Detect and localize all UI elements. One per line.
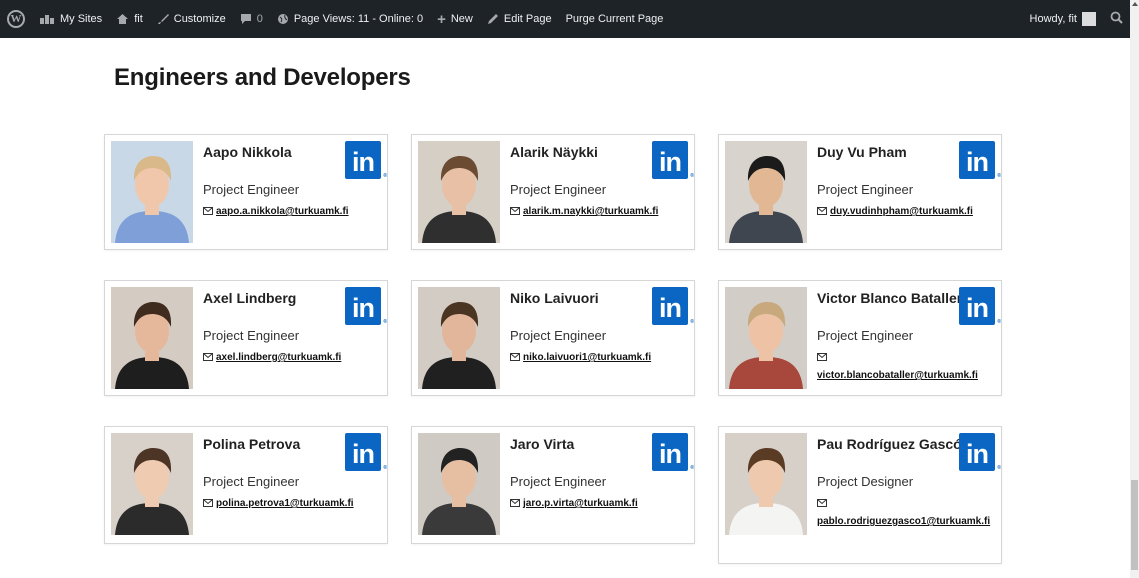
- linkedin-icon[interactable]: in: [345, 287, 387, 325]
- site-menu[interactable]: fit: [109, 0, 150, 38]
- linkedin-icon-text: in: [659, 147, 682, 177]
- new-label: New: [450, 13, 473, 25]
- linkedin-icon[interactable]: in: [345, 433, 387, 471]
- person-email-link[interactable]: pablo.rodriguezgasco1@turkuamk.fi: [817, 516, 995, 527]
- linkedin-icon-text: in: [659, 293, 682, 323]
- linkedin-icon-text: in: [659, 439, 682, 469]
- person-role: Project Engineer: [510, 328, 607, 343]
- person-email-link[interactable]: polina.petrova1@turkuamk.fi: [216, 498, 354, 509]
- person-email-link[interactable]: jaro.p.virta@turkuamk.fi: [523, 498, 638, 509]
- edit-page-label: Edit Page: [503, 13, 552, 25]
- linkedin-icon-text: in: [966, 147, 989, 177]
- person-photo: [111, 433, 193, 535]
- person-role: Project Engineer: [203, 474, 300, 489]
- search-icon: [1110, 11, 1123, 27]
- person-card: Niko Laivuori Project Engineer niko.laiv…: [411, 280, 695, 396]
- linkedin-icon[interactable]: in: [652, 287, 694, 325]
- plus-icon: +: [437, 10, 446, 28]
- person-photo: [725, 287, 807, 389]
- person-card: Jaro Virta Project Engineer jaro.p.virta…: [411, 426, 695, 544]
- linkedin-icon-text: in: [352, 439, 375, 469]
- brush-icon: [157, 13, 169, 25]
- admin-bar: W My Sites fit Customize 0 Page Views: 1…: [0, 0, 1130, 38]
- page-views-stat[interactable]: Page Views: 11 - Online: 0: [270, 0, 430, 38]
- comments-link[interactable]: 0: [233, 0, 270, 38]
- page-title: Engineers and Developers: [114, 64, 411, 91]
- person-photo: [725, 433, 807, 535]
- user-avatar: [1082, 12, 1096, 26]
- person-card: Axel Lindberg Project Engineer axel.lind…: [104, 280, 388, 396]
- customize-label: Customize: [173, 13, 226, 25]
- envelope-icon: [510, 207, 520, 218]
- person-card: Pau Rodríguez Gascó Project Designer pab…: [718, 426, 1002, 564]
- person-email-link[interactable]: duy.vudinhpham@turkuamk.fi: [830, 206, 973, 217]
- comments-count: 0: [256, 13, 263, 25]
- person-card: Alarik Näykki Project Engineer alarik.m.…: [411, 134, 695, 250]
- person-role: Project Engineer: [510, 474, 607, 489]
- search-button[interactable]: [1103, 0, 1130, 38]
- sites-icon: [39, 13, 55, 25]
- person-email-link[interactable]: axel.lindberg@turkuamk.fi: [216, 352, 341, 363]
- linkedin-icon-text: in: [352, 147, 375, 177]
- envelope-icon: [203, 353, 213, 364]
- envelope-icon: [817, 499, 827, 510]
- linkedin-icon-text: in: [352, 293, 375, 323]
- page-views-label: Page Views: 11 - Online: 0: [293, 13, 424, 25]
- purge-label: Purge Current Page: [565, 13, 664, 25]
- envelope-icon: [817, 207, 827, 218]
- person-photo: [111, 141, 193, 243]
- linkedin-icon-text: in: [966, 439, 989, 469]
- customize-link[interactable]: Customize: [150, 0, 233, 38]
- howdy-label: Howdy, fit: [1029, 13, 1077, 25]
- person-role: Project Engineer: [817, 182, 914, 197]
- envelope-icon: [817, 353, 827, 364]
- linkedin-icon[interactable]: in: [959, 287, 1001, 325]
- linkedin-icon[interactable]: in: [345, 141, 387, 179]
- wordpress-icon: W: [7, 10, 25, 28]
- linkedin-icon[interactable]: in: [959, 433, 1001, 471]
- wordpress-logo-button[interactable]: W: [0, 0, 32, 38]
- page-scrollbar[interactable]: [1130, 0, 1139, 578]
- person-photo: [111, 287, 193, 389]
- person-email-link[interactable]: aapo.a.nikkola@turkuamk.fi: [216, 206, 349, 217]
- person-card: Duy Vu Pham Project Engineer duy.vudinhp…: [718, 134, 1002, 250]
- person-role: Project Engineer: [817, 328, 914, 343]
- comment-icon: [240, 13, 252, 25]
- globe-icon: [277, 13, 289, 25]
- envelope-icon: [510, 353, 520, 364]
- scrollbar-thumb[interactable]: [1131, 480, 1138, 570]
- new-content-menu[interactable]: + New: [430, 0, 480, 38]
- person-email-link[interactable]: victor.blancobataller@turkuamk.fi: [817, 370, 995, 381]
- envelope-icon: [203, 207, 213, 218]
- my-sites-label: My Sites: [60, 13, 103, 25]
- person-role: Project Engineer: [203, 182, 300, 197]
- edit-page-link[interactable]: Edit Page: [480, 0, 559, 38]
- envelope-icon: [510, 499, 520, 510]
- person-photo: [725, 141, 807, 243]
- person-photo: [418, 141, 500, 243]
- site-label: fit: [134, 13, 143, 25]
- person-role: Project Engineer: [510, 182, 607, 197]
- person-role: Project Designer: [817, 474, 914, 489]
- person-card: Aapo Nikkola Project Engineer aapo.a.nik…: [104, 134, 388, 250]
- pencil-icon: [487, 13, 499, 25]
- my-sites-menu[interactable]: My Sites: [32, 0, 109, 38]
- purge-cache-link[interactable]: Purge Current Page: [559, 0, 671, 38]
- person-email-link[interactable]: niko.laivuori1@turkuamk.fi: [523, 352, 651, 363]
- person-photo: [418, 433, 500, 535]
- envelope-icon: [203, 499, 213, 510]
- home-icon: [116, 13, 129, 25]
- linkedin-icon[interactable]: in: [652, 141, 694, 179]
- person-card: Polina Petrova Project Engineer polina.p…: [104, 426, 388, 544]
- person-card: Victor Blanco Bataller Project Engineer …: [718, 280, 1002, 396]
- person-email-link[interactable]: alarik.m.naykki@turkuamk.fi: [523, 206, 658, 217]
- linkedin-icon[interactable]: in: [959, 141, 1001, 179]
- account-menu[interactable]: Howdy, fit: [1023, 0, 1103, 38]
- linkedin-icon-text: in: [966, 293, 989, 323]
- person-role: Project Engineer: [203, 328, 300, 343]
- linkedin-icon[interactable]: in: [652, 433, 694, 471]
- person-photo: [418, 287, 500, 389]
- scroll-up-arrow-icon[interactable]: [1132, 2, 1138, 6]
